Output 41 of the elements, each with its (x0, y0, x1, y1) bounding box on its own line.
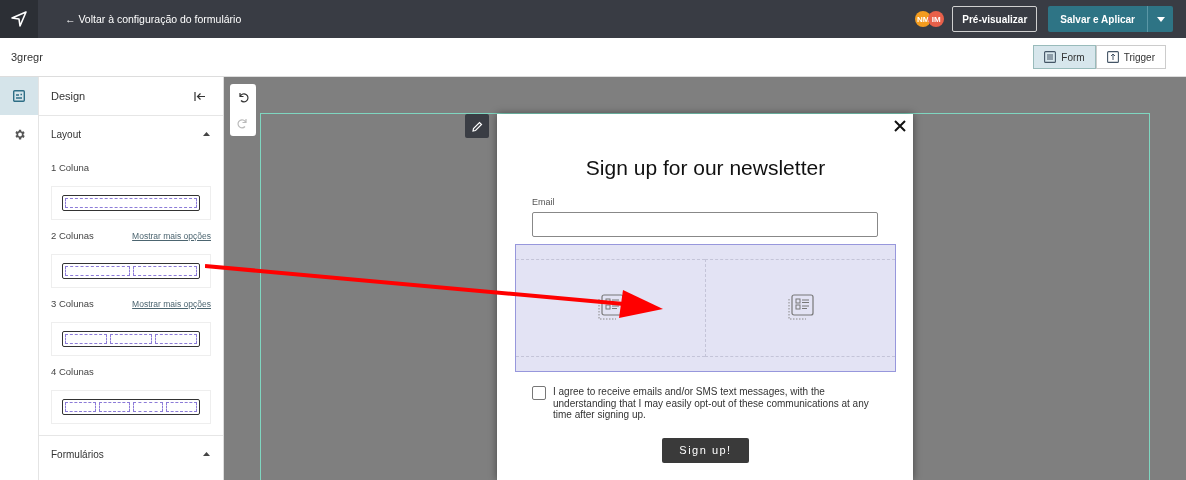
more-options-link[interactable]: Mostrar mais opções (132, 299, 211, 309)
panel-title: Design (51, 90, 86, 102)
layout-label: 1 Coluna (51, 162, 90, 173)
layout-option[interactable] (51, 254, 211, 288)
collapse-icon[interactable] (203, 132, 210, 136)
layout-option[interactable] (51, 390, 211, 424)
pencil-icon (471, 120, 483, 132)
layout-option[interactable] (51, 322, 211, 356)
section-title[interactable]: Layout (51, 128, 82, 140)
caret-icon (1156, 16, 1165, 22)
user-avatar: IM (928, 11, 945, 27)
form-icon (1044, 51, 1057, 63)
form-name: 3gregr (11, 51, 43, 63)
logo-icon[interactable] (0, 0, 38, 38)
consent-text: I agree to receive emails and/or SMS text messages, with the understanding that I may easily opt-out of these communications at any time after signing up. (553, 386, 870, 421)
popup-title: Sign up for our newsletter (584, 156, 827, 180)
email-field[interactable] (532, 212, 878, 237)
save-dropdown-button[interactable] (1147, 6, 1173, 32)
form-block-icon (785, 293, 816, 323)
upload-icon (1106, 51, 1119, 63)
design-tab-icon[interactable] (0, 77, 38, 115)
collapse-panel-icon[interactable] (194, 90, 206, 102)
layout-label: 4 Colunas (51, 366, 94, 377)
more-options-link[interactable]: Mostrar mais opções (132, 231, 211, 241)
collapse-icon[interactable] (203, 452, 210, 456)
view-tab[interactable]: Form (1033, 45, 1096, 69)
signup-button[interactable]: Sign up! (662, 437, 749, 463)
preview-button[interactable]: Pré-visualizar (952, 6, 1038, 32)
layout-label: 2 Colunas (51, 230, 94, 241)
back-link[interactable]: ← Voltar à configuração do formulário (65, 13, 242, 25)
edit-button[interactable] (465, 114, 489, 138)
consent-checkbox[interactable] (532, 386, 546, 400)
layout-option[interactable] (51, 186, 211, 220)
layout-label: 3 Colunas (51, 298, 94, 309)
user-avatar: NM (915, 11, 932, 27)
section-title[interactable]: Formulários (51, 448, 104, 460)
save-button[interactable]: Salvar e Aplicar (1048, 6, 1147, 32)
undo-icon[interactable] (237, 91, 249, 103)
view-tab[interactable]: Trigger (1095, 45, 1166, 69)
email-label: Email (532, 197, 556, 207)
close-icon[interactable] (894, 120, 906, 132)
